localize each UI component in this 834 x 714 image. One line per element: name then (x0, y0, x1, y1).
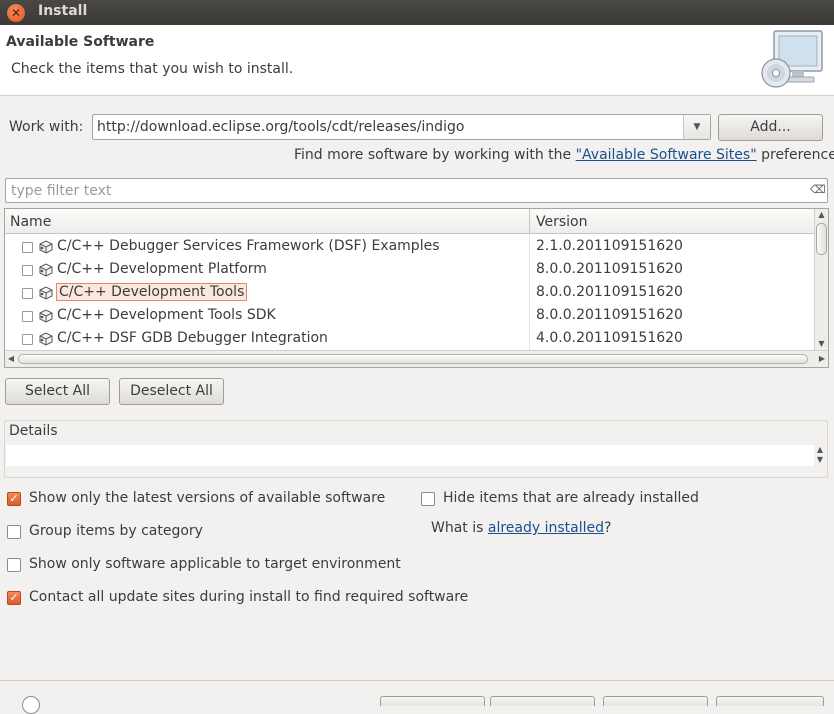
target-env-label: Show only software applicable to target … (29, 556, 401, 572)
details-text-area[interactable] (6, 445, 814, 466)
work-with-label: Work with: (9, 119, 84, 135)
row-checkbox[interactable] (22, 288, 33, 299)
deselect-all-button[interactable]: Deselect All (119, 378, 224, 405)
cancel-button[interactable] (603, 696, 708, 706)
next-button[interactable] (490, 696, 595, 706)
row-checkbox[interactable] (22, 242, 33, 253)
row-version: 8.0.0.201109151620 (536, 261, 683, 277)
row-name: C/C++ Debugger Services Framework (DSF) … (57, 238, 440, 254)
add-site-button[interactable]: Add... (718, 114, 823, 141)
table-row[interactable]: C/C++ Development Tools SDK 8.0.0.201109… (5, 305, 814, 328)
row-name: C/C++ Development Tools (56, 283, 248, 301)
horizontal-scroll-thumb[interactable] (18, 354, 808, 364)
column-header-version[interactable]: Version (536, 214, 587, 230)
feature-plugin-icon (39, 309, 53, 323)
wizard-header: Available Software Check the items that … (0, 25, 834, 96)
window-title: Install (38, 3, 88, 19)
contact-sites-checkbox[interactable]: ✓ (7, 591, 21, 605)
row-checkbox[interactable] (22, 265, 33, 276)
target-env-checkbox[interactable] (7, 558, 21, 572)
filter-input[interactable] (9, 181, 799, 200)
feature-plugin-icon (39, 286, 53, 300)
row-version: 2.1.0.201109151620 (536, 238, 683, 254)
table-header: Name Version (5, 209, 814, 234)
work-with-combo[interactable]: http://download.eclipse.org/tools/cdt/re… (92, 114, 711, 140)
feature-plugin-icon (39, 263, 53, 277)
details-label: Details (9, 423, 58, 439)
finish-button[interactable] (716, 696, 824, 706)
column-divider (529, 209, 530, 234)
find-more-suffix: preferences. (761, 147, 834, 163)
table-row-selected[interactable]: C/C++ Development Tools 8.0.0.2011091516… (5, 282, 814, 305)
column-header-name[interactable]: Name (10, 214, 51, 230)
vertical-scrollbar[interactable]: ▲ ▼ (814, 209, 828, 350)
vertical-scroll-thumb[interactable] (816, 223, 827, 255)
help-icon[interactable] (22, 696, 40, 714)
row-checkbox[interactable] (22, 334, 33, 345)
page-subtitle: Check the items that you wish to install… (11, 61, 294, 77)
back-button[interactable] (380, 696, 485, 706)
contact-sites-label: Contact all update sites during install … (29, 589, 469, 605)
table-row[interactable]: C/C++ DSF GDB Debugger Integration 4.0.0… (5, 328, 814, 351)
what-is-prefix: What is (431, 520, 488, 536)
footer-separator (0, 680, 834, 681)
table-row[interactable]: C/C++ Development Platform 8.0.0.2011091… (5, 259, 814, 282)
already-installed-link[interactable]: already installed (488, 520, 604, 536)
hide-installed-checkbox[interactable] (421, 492, 435, 506)
scroll-up-icon[interactable]: ▲ (815, 209, 828, 221)
details-scroll-icon[interactable]: ▲ ▼ (813, 445, 827, 466)
row-version: 8.0.0.201109151620 (536, 284, 683, 300)
close-icon[interactable]: ✕ (7, 4, 25, 22)
filter-box[interactable]: ⌫ (5, 178, 828, 203)
scroll-left-icon[interactable]: ◀ (5, 353, 17, 365)
row-name: C/C++ DSF GDB Debugger Integration (57, 330, 328, 346)
what-is-installed-text: What is already installed? (431, 520, 611, 536)
software-table[interactable]: Name Version C/C++ Debugger Services Fra… (4, 208, 829, 368)
find-more-text: Find more software by working with the "… (294, 147, 834, 163)
scroll-down-icon[interactable]: ▼ (815, 338, 828, 350)
title-bar: ✕ Install (0, 0, 834, 25)
select-all-button[interactable]: Select All (5, 378, 110, 405)
work-with-value[interactable]: http://download.eclipse.org/tools/cdt/re… (97, 119, 464, 135)
details-group: Details ▲ ▼ (4, 420, 828, 478)
available-sites-link[interactable]: "Available Software Sites" (576, 147, 757, 163)
row-version: 4.0.0.201109151620 (536, 330, 683, 346)
group-by-category-label: Group items by category (29, 523, 203, 539)
monitor-cd-icon (761, 30, 823, 88)
scroll-right-icon[interactable]: ▶ (816, 353, 828, 365)
latest-versions-label: Show only the latest versions of availab… (29, 490, 386, 506)
hide-installed-label: Hide items that are already installed (443, 490, 699, 506)
row-version: 8.0.0.201109151620 (536, 307, 683, 323)
feature-plugin-icon (39, 240, 53, 254)
what-is-suffix: ? (604, 520, 612, 536)
latest-versions-checkbox[interactable]: ✓ (7, 492, 21, 506)
horizontal-scrollbar[interactable]: ◀ ▶ (5, 350, 828, 367)
row-checkbox[interactable] (22, 311, 33, 322)
find-more-prefix: Find more software by working with the (294, 147, 576, 163)
clear-filter-icon[interactable]: ⌫ (810, 184, 826, 196)
feature-plugin-icon (39, 332, 53, 346)
chevron-down-icon[interactable]: ▼ (683, 115, 710, 139)
row-name: C/C++ Development Platform (57, 261, 267, 277)
group-by-category-checkbox[interactable] (7, 525, 21, 539)
page-title: Available Software (6, 34, 155, 50)
table-row[interactable]: C/C++ Debugger Services Framework (DSF) … (5, 236, 814, 259)
row-name: C/C++ Development Tools SDK (57, 307, 276, 323)
